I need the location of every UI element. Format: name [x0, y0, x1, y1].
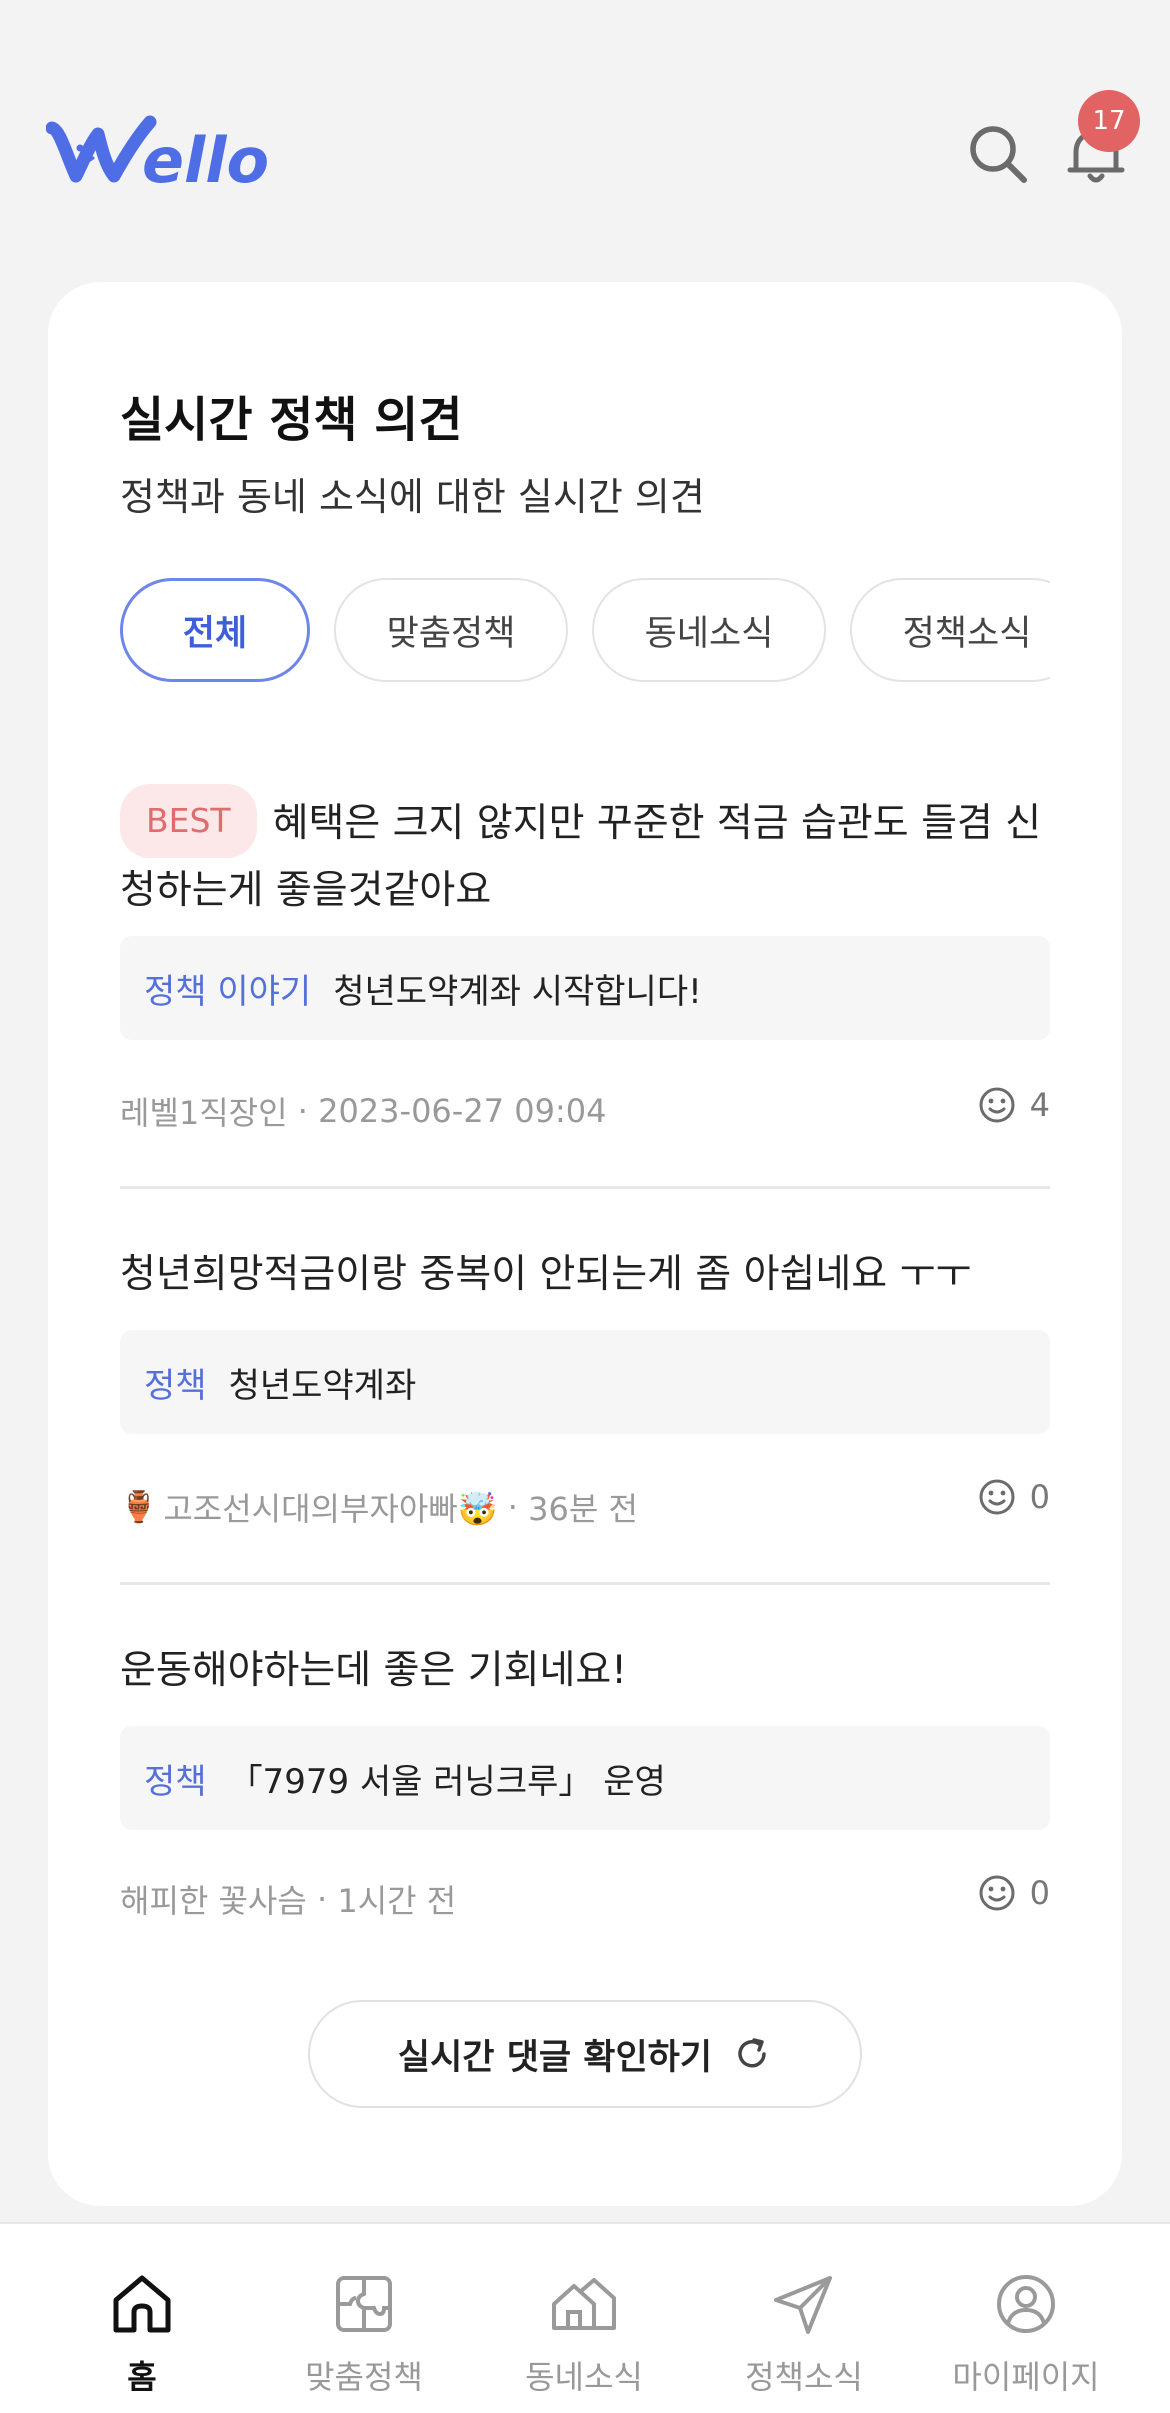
comment-body: 청년희망적금이랑 중복이 안되는게 좀 아쉽네요 ㅜㅜ — [120, 1252, 972, 1297]
filter-tabs: 전체 맞춤정책 동네소식 정책소식 — [120, 576, 1050, 686]
smile-icon — [979, 1087, 1015, 1123]
bottom-navigation: 홈 맞춤정책 동네소식 정책소식 마이페이지 — [0, 2222, 1170, 2413]
reference-title: 「7979 서울 러닝크루」 운영 — [228, 1761, 666, 1802]
author-emoji: 🏺 — [120, 1489, 158, 1525]
send-icon — [774, 2276, 832, 2334]
policy-reference[interactable]: 정책 「7979 서울 러닝크루」 운영 — [120, 1726, 1050, 1830]
comment-item[interactable]: 운동해야하는데 좋은 기회네요! — [120, 1638, 1050, 1704]
comment-time: 36분 전 — [528, 1490, 638, 1528]
tab-local-news[interactable]: 동네소식 — [592, 578, 826, 682]
nav-home[interactable]: 홈 — [42, 2224, 242, 2413]
logo-mark: ello — [45, 115, 269, 197]
meta-separator: · — [306, 1880, 338, 1918]
search-button[interactable] — [962, 118, 1034, 190]
nav-my-page[interactable]: 마이페이지 — [926, 2224, 1126, 2413]
nav-policy-news[interactable]: 정책소식 — [704, 2224, 904, 2413]
section-title: 실시간 정책 의견 — [120, 392, 463, 448]
comment-item[interactable]: 청년희망적금이랑 중복이 안되는게 좀 아쉽네요 ㅜㅜ — [120, 1242, 1050, 1308]
nav-label: 정책소식 — [745, 2358, 863, 2396]
reference-tag: 정책 — [144, 1761, 207, 1802]
reference-title: 청년도약계좌 — [228, 1365, 417, 1406]
reaction-count: 0 — [1029, 1874, 1050, 1912]
home-icon — [113, 2275, 171, 2333]
comment-time: 1시간 전 — [337, 1882, 457, 1920]
svg-text:ello: ello — [142, 124, 269, 194]
divider — [120, 1582, 1050, 1585]
refresh-label: 실시간 댓글 확인하기 — [397, 2037, 713, 2078]
author-name: 레벨1직장인 — [120, 1094, 288, 1132]
comment-meta: 해피한 꽃사슴 · 1시간 전 — [120, 1876, 456, 1922]
user-icon — [997, 2275, 1055, 2333]
notification-count-badge: 17 — [1078, 90, 1140, 152]
policy-reference[interactable]: 정책 이야기 청년도약계좌 시작합니다! — [120, 936, 1050, 1040]
meta-separator: · — [497, 1488, 529, 1526]
comment-meta: 🏺 고조선시대의부자아빠🤯 · 36분 전 — [120, 1484, 638, 1530]
houses-icon — [552, 2278, 616, 2330]
smile-icon — [979, 1479, 1015, 1515]
nav-local-news[interactable]: 동네소식 — [484, 2224, 684, 2413]
author-name: 고조선시대의부자아빠🤯 — [163, 1490, 498, 1528]
tab-all[interactable]: 전체 — [120, 578, 310, 682]
puzzle-icon — [336, 2276, 392, 2332]
wello-logo[interactable]: ello — [45, 110, 296, 197]
nav-label: 동네소식 — [525, 2358, 643, 2396]
nav-label: 맞춤정책 — [305, 2358, 423, 2396]
meta-separator: · — [287, 1092, 319, 1130]
policy-reference[interactable]: 정책 청년도약계좌 — [120, 1330, 1050, 1434]
reaction-button[interactable]: 0 — [978, 1874, 1050, 1912]
comment-time: 2023-06-27 09:04 — [318, 1092, 607, 1130]
nav-label: 마이페이지 — [952, 2358, 1100, 2396]
reference-title: 청년도약계좌 시작합니다! — [333, 971, 702, 1012]
reaction-button[interactable]: 4 — [978, 1086, 1050, 1124]
search-icon — [970, 126, 1027, 183]
reaction-button[interactable]: 0 — [978, 1478, 1050, 1516]
divider — [120, 1186, 1050, 1189]
comment-body: 운동해야하는데 좋은 기회네요! — [120, 1648, 627, 1693]
reaction-count: 0 — [1029, 1478, 1050, 1516]
reference-tag: 정책 — [144, 1365, 207, 1406]
comment-body: 혜택은 크지 않지만 꾸준한 적금 습관도 들겸 신청하는게 좋을것같아요 — [120, 801, 1042, 913]
reference-tag: 정책 이야기 — [144, 971, 312, 1012]
nav-custom-policy[interactable]: 맞춤정책 — [264, 2224, 464, 2413]
refresh-comments-button[interactable]: 실시간 댓글 확인하기 — [308, 2000, 862, 2108]
refresh-icon — [738, 2038, 766, 2068]
realtime-opinion-card: 실시간 정책 의견 정책과 동네 소식에 대한 실시간 의견 전체 맞춤정책 동… — [48, 282, 1122, 2206]
section-subtitle: 정책과 동네 소식에 대한 실시간 의견 — [120, 475, 705, 519]
tab-policy-news[interactable]: 정책소식 — [850, 578, 1050, 682]
reaction-count: 4 — [1029, 1086, 1050, 1124]
comment-meta: 레벨1직장인 · 2023-06-27 09:04 — [120, 1088, 606, 1134]
app-header: ello 17 — [0, 0, 1170, 270]
smile-icon — [979, 1875, 1015, 1911]
nav-label: 홈 — [127, 2358, 157, 2396]
author-name: 해피한 꽃사슴 — [120, 1882, 307, 1920]
best-badge: BEST — [120, 784, 257, 858]
tab-custom-policy[interactable]: 맞춤정책 — [334, 578, 568, 682]
comment-text: BEST 혜택은 크지 않지만 꾸준한 적금 습관도 들겸 신청하는게 좋을것같아… — [120, 784, 1050, 924]
